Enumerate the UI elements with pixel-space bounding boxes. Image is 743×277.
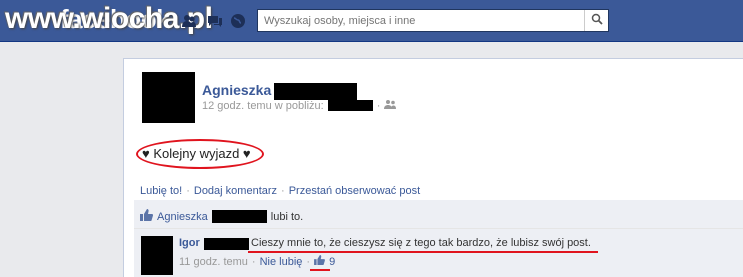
unlike-comment-link[interactable]: Nie lubię <box>260 256 303 268</box>
redacted-liker-surname <box>211 210 267 223</box>
search-button[interactable] <box>584 10 608 31</box>
friend-requests-icon[interactable] <box>181 13 197 29</box>
action-separator: · <box>281 185 285 197</box>
author-avatar[interactable] <box>142 72 195 123</box>
redacted-surname <box>274 83 357 100</box>
post-card: Agnieszka 12 godz. temu w pobliżu: · ♥ K… <box>123 58 743 277</box>
comment-meta: 11 godz. temu · Nie lubię · 9 <box>179 255 335 268</box>
post-author-name[interactable]: Agnieszka <box>202 82 271 98</box>
like-link[interactable]: Lubię to! <box>140 185 182 197</box>
thumbs-up-icon <box>140 209 153 224</box>
search-box[interactable] <box>257 9 609 32</box>
comment-text: Cieszy mnie to, że cieszysz się z tego t… <box>251 237 591 249</box>
comment-meta-separator: · <box>251 255 256 268</box>
likes-summary: Agnieszka lubi to. <box>140 209 303 224</box>
feedback-divider <box>134 228 743 229</box>
commenter-avatar[interactable] <box>141 236 173 275</box>
notifications-globe-icon[interactable] <box>230 13 246 29</box>
redacted-commenter-surname <box>204 238 249 250</box>
action-separator: · <box>186 185 190 197</box>
comment-author-name[interactable]: Igor <box>179 237 200 249</box>
likes-suffix: lubi to. <box>270 210 304 223</box>
meta-separator: · <box>376 99 381 112</box>
comment-like-thumbs-icon[interactable] <box>314 255 325 268</box>
red-underline-like-count <box>310 269 330 271</box>
search-input[interactable] <box>258 10 578 31</box>
post-meta: 12 godz. temu w pobliżu: · <box>202 99 397 112</box>
post-text: ♥ Kolejny wyjazd ♥ <box>142 146 251 161</box>
add-comment-link[interactable]: Dodaj komentarz <box>194 185 277 197</box>
comment-timestamp[interactable]: 11 godz. temu <box>179 256 248 268</box>
red-underline-comment <box>248 251 598 253</box>
comment-like-count[interactable]: 9 <box>329 256 335 268</box>
feedback-section: Agnieszka lubi to. Igor Cieszy mnie to, … <box>134 200 743 277</box>
post-actions: Lubię to! · Dodaj komentarz · Przestań o… <box>140 185 420 197</box>
comment-meta-separator: · <box>306 255 311 268</box>
top-navigation-bar: facebook www.wiocha.pl <box>0 0 743 42</box>
liker-name[interactable]: Agnieszka <box>157 211 208 223</box>
audience-friends-icon[interactable] <box>384 99 397 112</box>
post-timestamp[interactable]: 12 godz. temu w pobliżu: <box>202 100 324 112</box>
search-icon <box>591 13 603 28</box>
redacted-location <box>327 100 373 111</box>
unfollow-post-link[interactable]: Przestań obserwować post <box>289 185 420 197</box>
messages-icon[interactable] <box>207 13 223 29</box>
